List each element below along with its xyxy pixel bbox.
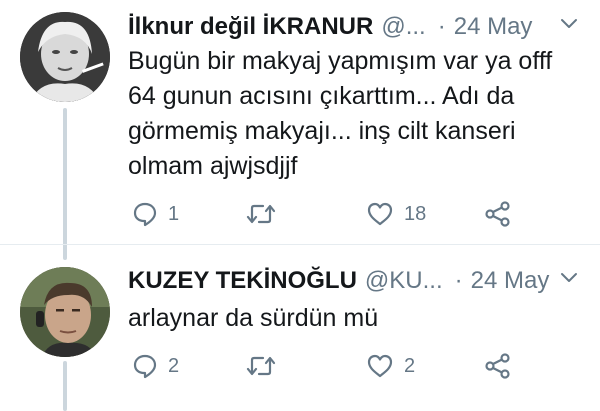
heart-icon: [367, 202, 393, 226]
retweet-button[interactable]: [246, 200, 276, 228]
thread-line: [63, 361, 67, 411]
tweet-text-line: arlaynar da sürdün mü: [128, 304, 379, 332]
reply-icon: [133, 202, 157, 227]
reply-count: 2: [168, 354, 180, 377]
author-handle[interactable]: @...: [381, 12, 425, 42]
tweet-date[interactable]: 24 May: [454, 12, 533, 42]
like-count: 2: [404, 354, 416, 377]
tweet-text: Bugün bir makyaj yapmışım var ya offf 64…: [128, 44, 578, 184]
tweet-text-line: 64 gunun acısını çıkarttım... Adı da: [128, 82, 515, 110]
tweet-text-line: görmemiş makyajı... inş cilt kanseri: [128, 117, 516, 145]
tweet-separator: [0, 244, 600, 245]
separator-dot: ·: [437, 13, 446, 40]
reply-button[interactable]: 1: [132, 200, 179, 228]
share-icon: [485, 201, 510, 227]
reply-count: 1: [168, 202, 180, 225]
tweet-text-line: olmam ajwjsdjjf: [128, 152, 298, 180]
tweet-header: KUZEY TEKİNOĞLU @KU... · 24 May: [128, 266, 549, 296]
tweet-text: arlaynar da sürdün mü: [128, 301, 578, 336]
like-button[interactable]: 18: [366, 200, 426, 228]
avatar[interactable]: [20, 267, 110, 357]
retweet-icon: [246, 204, 276, 224]
tweet-text-line: Bugün bir makyaj yapmışım var ya offf: [128, 47, 553, 75]
separator-dot: ·: [454, 267, 463, 294]
tweet-header: İlknur değil İKRANUR @... · 24 May: [128, 12, 532, 42]
avatar[interactable]: [20, 12, 110, 102]
share-button[interactable]: [484, 352, 512, 380]
like-button[interactable]: 2: [366, 352, 415, 380]
chevron-down-icon[interactable]: [560, 15, 578, 33]
reply-button[interactable]: 2: [132, 352, 179, 380]
retweet-button[interactable]: [246, 352, 276, 380]
thread-line: [63, 108, 67, 260]
share-icon: [485, 353, 510, 379]
avatar-photo: [20, 267, 110, 357]
reply-icon: [133, 354, 157, 379]
retweet-icon: [246, 356, 276, 376]
author-name[interactable]: İlknur değil İKRANUR: [128, 12, 373, 42]
tweet[interactable]: İlknur değil İKRANUR @... · 24 May Bugün…: [0, 0, 600, 260]
author-name[interactable]: KUZEY TEKİNOĞLU: [128, 266, 357, 296]
tweet-date[interactable]: 24 May: [471, 266, 550, 296]
heart-icon: [367, 354, 393, 378]
chevron-down-icon[interactable]: [560, 269, 578, 287]
share-button[interactable]: [484, 200, 512, 228]
author-handle[interactable]: @KU...: [365, 266, 443, 296]
like-count: 18: [404, 202, 427, 225]
avatar-photo: [20, 12, 110, 102]
